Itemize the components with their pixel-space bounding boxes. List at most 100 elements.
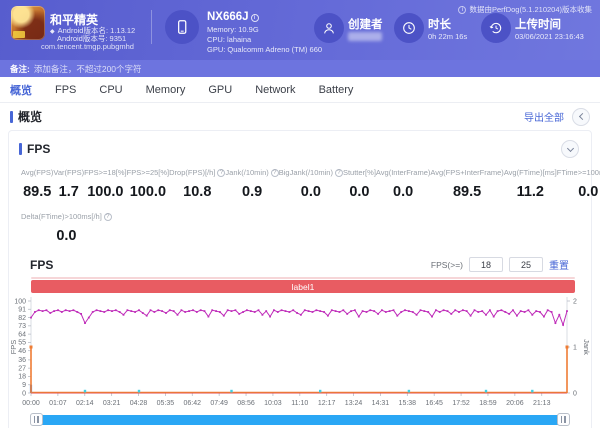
tab-概览[interactable]: 概览: [10, 82, 32, 98]
svg-text:07:49: 07:49: [210, 400, 228, 407]
metric: FTime>=100ms[%] 0.0: [557, 168, 600, 200]
metric-value: 0.0: [393, 184, 414, 200]
tab-battery[interactable]: Battery: [319, 84, 354, 96]
info-icon: i: [458, 5, 467, 14]
tab-network[interactable]: Network: [255, 84, 295, 96]
note-placeholder: 添加备注，不超过200个字符: [33, 63, 142, 74]
creator-icon: [314, 13, 344, 43]
metric: Stutter[%] 0.0: [343, 168, 376, 200]
fps-threshold-high-input[interactable]: [509, 257, 543, 272]
device-cpu: CPU: lahaina: [207, 35, 252, 44]
svg-text:82: 82: [18, 315, 26, 322]
diamond-bullet-icon: ◆: [50, 29, 55, 35]
metric-label: Drop(FPS)[/h]?: [169, 168, 226, 177]
metric-value: 89.5: [452, 184, 482, 200]
svg-text:01:07: 01:07: [49, 400, 67, 407]
metric-label: Avg(InterFrame): [375, 168, 431, 177]
note-label: 备注:: [10, 63, 30, 74]
upload-time-value: 03/06/2021 23:16:43: [515, 32, 584, 41]
metric: FPS>=18[%] 100.0: [84, 168, 127, 200]
note-input-bar[interactable]: 备注: 添加备注，不超过200个字符: [0, 60, 600, 77]
metric-value: 10.8: [183, 184, 212, 200]
svg-text:1: 1: [573, 344, 577, 351]
svg-text:0: 0: [22, 390, 26, 397]
export-all-link[interactable]: 导出全部: [524, 109, 564, 124]
upload-time-icon: [481, 13, 511, 43]
metric: Var(FPS) 1.7: [53, 168, 84, 200]
svg-text:91: 91: [18, 307, 26, 314]
fps-panel-title: FPS: [27, 142, 51, 156]
metric: Avg(FTime)[ms] 11.2: [504, 168, 557, 200]
metric-value: 0.0: [300, 184, 321, 200]
metric-label: Avg(FPS): [21, 168, 54, 177]
metric-info-icon[interactable]: ?: [103, 212, 112, 221]
metric-label: Var(FPS): [53, 168, 85, 177]
tab-fps[interactable]: FPS: [55, 84, 76, 96]
tab-cpu[interactable]: CPU: [99, 84, 122, 96]
svg-text:04:28: 04:28: [130, 400, 148, 407]
svg-text:55: 55: [18, 340, 26, 347]
svg-text:36: 36: [18, 357, 26, 364]
svg-text:73: 73: [18, 323, 26, 330]
device-model: NX666J: [207, 11, 249, 23]
metric: FPS>=25[%] 100.0: [127, 168, 170, 200]
metric-value: 0.0: [56, 228, 77, 244]
metric-label: Delta(FTime)>100ms[/h]?: [21, 212, 112, 221]
tab-memory[interactable]: Memory: [146, 84, 186, 96]
svg-text:0: 0: [573, 390, 577, 397]
metric-value: 11.2: [516, 184, 544, 200]
metric: Avg(FPS+InterFrame) 89.5: [430, 168, 503, 200]
overview-title: 概览: [18, 110, 43, 124]
device-info-icon[interactable]: i: [250, 14, 259, 22]
metric: Jank(/10min)? 0.9: [225, 168, 279, 200]
header: 和平精英 ◆ Android版本名: 1.13.12 Android版本号: 93…: [0, 0, 600, 60]
overview-section-header: 概览 导出全部: [0, 103, 600, 130]
person-icon: [324, 23, 334, 34]
chevron-down-icon: [566, 144, 574, 152]
zoom-handle-right[interactable]: [557, 413, 570, 426]
metric-label: BigJank(/10min)?: [279, 168, 343, 177]
metric-value: 100.0: [87, 184, 124, 200]
svg-text:17:52: 17:52: [452, 400, 470, 407]
app-package: com.tencent.tmgp.pubgmhd: [41, 42, 134, 51]
metric-label: FTime>=100ms[%]: [556, 168, 600, 177]
metric-label: Avg(FPS+InterFrame): [430, 168, 504, 177]
svg-text:08:56: 08:56: [237, 400, 255, 407]
metric-label: Avg(FTime)[ms]: [503, 168, 557, 177]
metric: Delta(FTime)>100ms[/h]? 0.0: [21, 212, 112, 244]
svg-text:2: 2: [573, 298, 577, 305]
metric-value: 0.0: [578, 184, 599, 200]
svg-text:12:17: 12:17: [318, 400, 336, 407]
metric: Avg(InterFrame) 0.0: [376, 168, 430, 200]
metric-info-icon[interactable]: ?: [217, 168, 226, 177]
svg-text:11:10: 11:10: [291, 400, 308, 407]
metric-value: 100.0: [129, 184, 167, 200]
metric-info-icon[interactable]: ?: [334, 168, 343, 177]
fps-metrics-row2: Delta(FTime)>100ms[/h]? 0.0: [9, 200, 591, 244]
clock-icon: [403, 22, 415, 34]
svg-text:64: 64: [18, 331, 26, 338]
metric: Avg(FPS) 89.5: [21, 168, 53, 200]
reset-link[interactable]: 重置: [549, 257, 569, 272]
metric-info-icon[interactable]: ?: [270, 168, 279, 177]
history-clock-icon: [489, 22, 502, 34]
grip-icon: [34, 416, 39, 423]
fps-collapse-button[interactable]: [561, 140, 579, 158]
metric-value: 89.5: [23, 184, 52, 200]
game-app-icon: [11, 6, 45, 40]
chart-title: FPS: [30, 257, 54, 272]
svg-text:03:21: 03:21: [103, 400, 121, 407]
svg-text:21:13: 21:13: [533, 400, 551, 407]
metric: Drop(FPS)[/h]? 10.8: [169, 168, 226, 200]
fps-line-chart[interactable]: 1009182736455463627189021000:00 01:07 02:1…: [9, 295, 591, 415]
collapse-button[interactable]: [572, 107, 590, 126]
chart-zoom-scrollbar[interactable]: [30, 413, 570, 426]
svg-text:100: 100: [14, 298, 26, 305]
tab-gpu[interactable]: GPU: [208, 84, 232, 96]
fps-threshold-low-input[interactable]: [469, 257, 503, 272]
zoom-handle-left[interactable]: [30, 413, 43, 426]
svg-text:18: 18: [18, 374, 26, 381]
metric-label: Jank(/10min)?: [225, 168, 279, 177]
svg-text:14:31: 14:31: [372, 400, 390, 407]
game-icon-badge: [13, 31, 25, 38]
